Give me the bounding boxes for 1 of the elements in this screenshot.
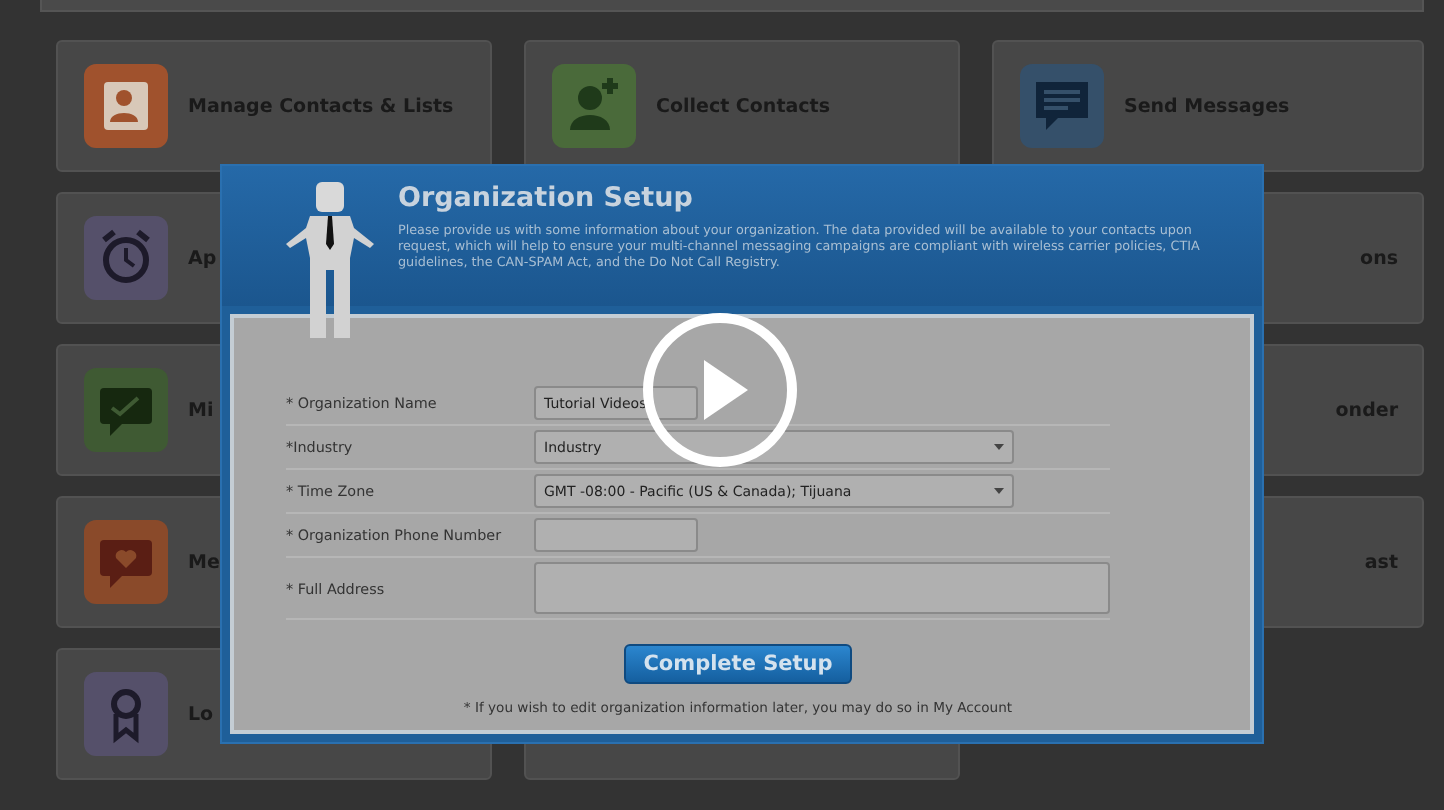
dialog-title: Organization Setup xyxy=(398,182,695,214)
